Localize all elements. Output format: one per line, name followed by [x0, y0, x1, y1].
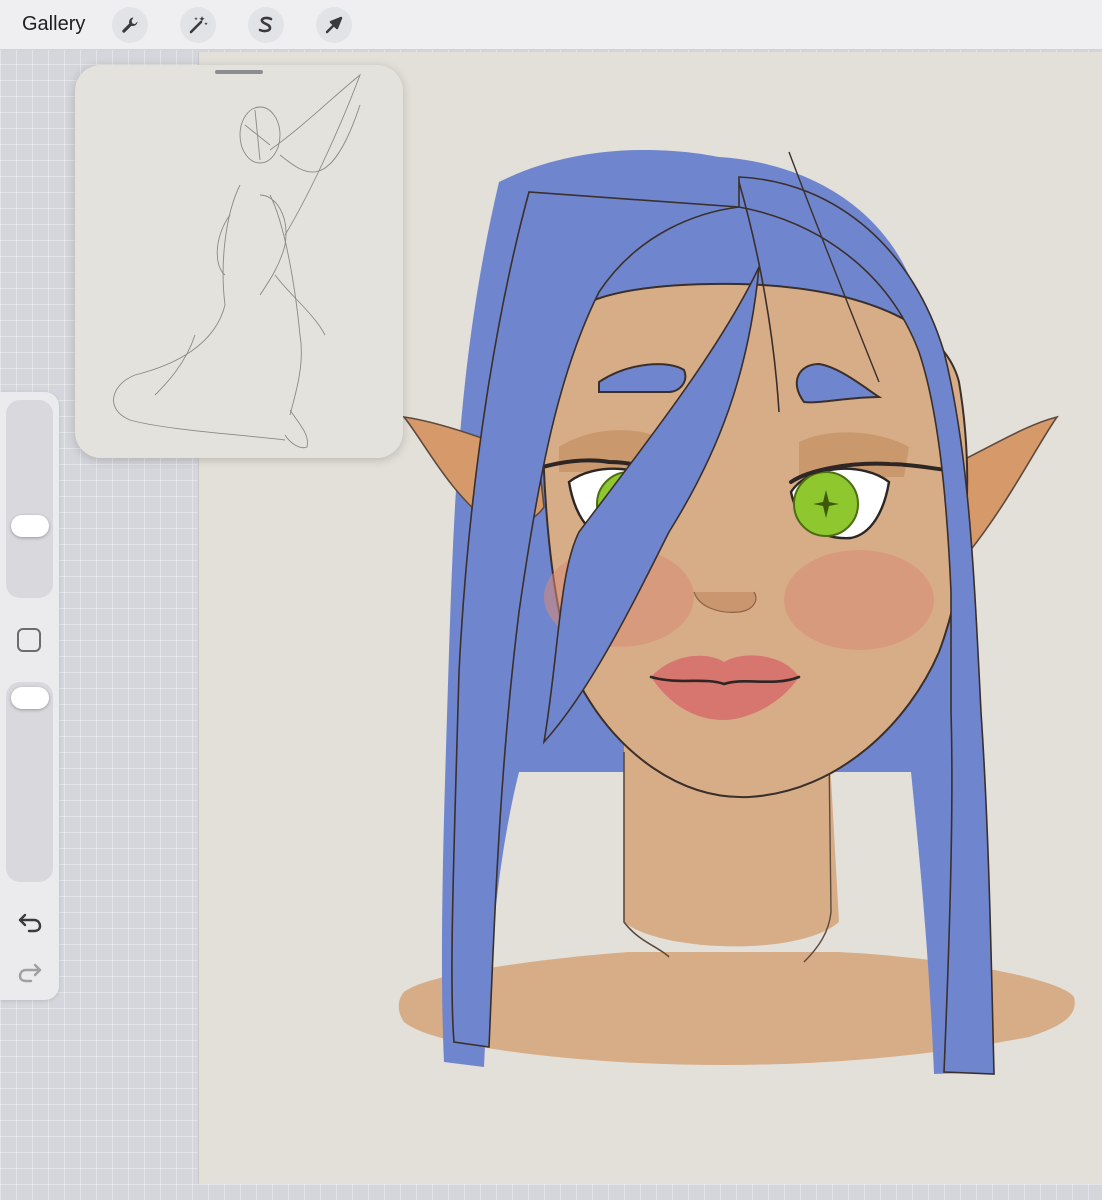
modify-button[interactable]: [17, 628, 41, 652]
brush-sidebar: [0, 392, 59, 1000]
reference-sketch: [113, 73, 361, 449]
reference-window[interactable]: [75, 65, 403, 458]
transform-button[interactable]: [316, 7, 352, 43]
right-blush: [784, 550, 934, 650]
undo-arrow-icon: [18, 913, 42, 933]
arrow-cursor-icon: [325, 16, 343, 34]
reference-drag-handle[interactable]: [215, 70, 263, 74]
brush-size-slider[interactable]: [6, 400, 53, 598]
redo-arrow-icon: [18, 963, 42, 983]
opacity-thumb[interactable]: [11, 687, 49, 709]
gallery-button[interactable]: Gallery: [22, 13, 85, 36]
top-toolbar: Gallery: [0, 0, 1102, 50]
redo-button[interactable]: [15, 957, 45, 987]
actions-button[interactable]: [112, 7, 148, 43]
selection-button[interactable]: [248, 7, 284, 43]
brush-size-thumb[interactable]: [11, 515, 49, 537]
selection-s-icon: [258, 16, 273, 33]
magic-wand-icon: [189, 16, 208, 34]
wrench-icon: [122, 17, 138, 33]
opacity-slider[interactable]: [6, 682, 53, 882]
undo-button[interactable]: [15, 907, 45, 937]
adjustments-button[interactable]: [180, 7, 216, 43]
